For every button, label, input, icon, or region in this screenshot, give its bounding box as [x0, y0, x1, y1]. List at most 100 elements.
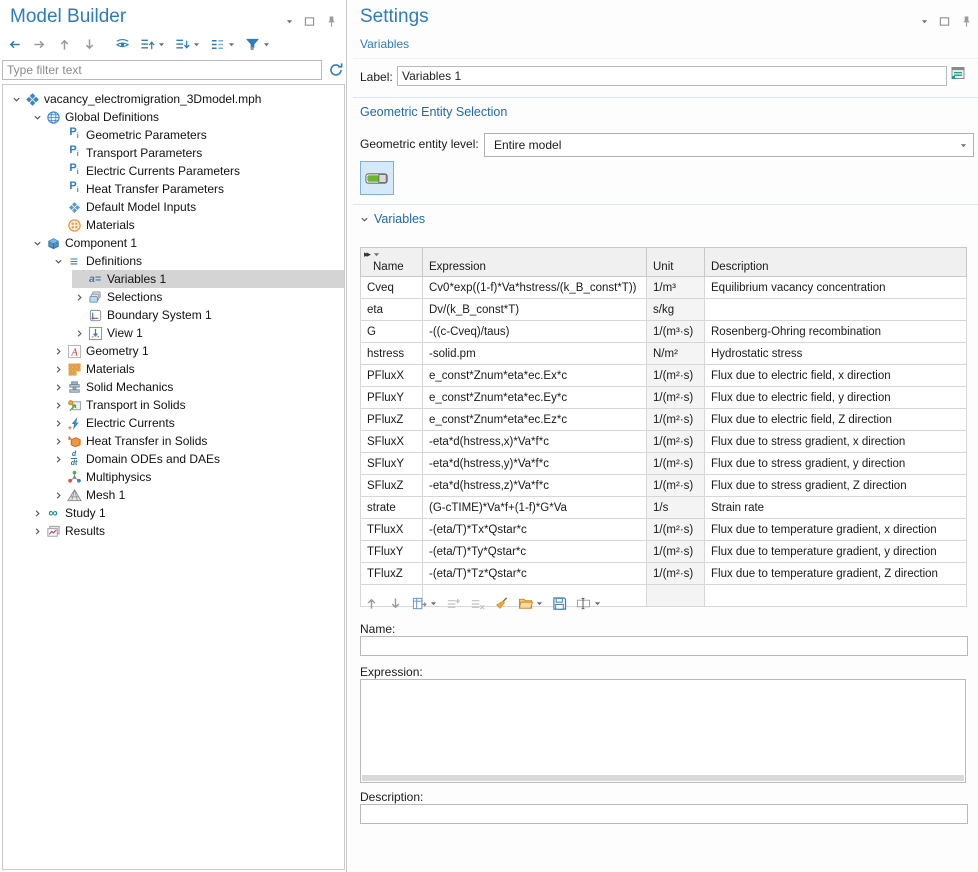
cell-expression[interactable]: -(eta/T)*Ty*Qstar*c [423, 541, 647, 563]
cell-name[interactable]: hstress [361, 343, 423, 365]
cell-expression[interactable]: -(eta/T)*Tz*Qstar*c [423, 563, 647, 585]
float-button[interactable] [303, 15, 316, 28]
cell-expression[interactable]: (G-cTIME)*Va*f+(1-f)*G*Va [423, 497, 647, 519]
cell-unit[interactable]: 1/(m²·s) [647, 541, 705, 563]
show-list-button[interactable] [209, 36, 236, 53]
chevron-right-icon[interactable] [51, 437, 65, 446]
tree-item-geometric-parameters[interactable]: PiGeometric Parameters [3, 126, 344, 144]
sort-columns-icon[interactable]: ▸▸ [364, 249, 380, 260]
arrow-left-button[interactable] [6, 36, 23, 53]
tree-item-variables-1[interactable]: a=Variables 1 [3, 270, 344, 288]
variables-section-heading[interactable]: Variables [360, 212, 425, 226]
cell-unit[interactable] [647, 585, 705, 607]
description-input[interactable] [360, 804, 968, 824]
cell-unit[interactable]: 1/(m²·s) [647, 365, 705, 387]
cell-description[interactable]: Flux due to stress gradient, y direction [705, 453, 967, 475]
tree-item-solid-mechanics[interactable]: Solid Mechanics [3, 378, 344, 396]
cell-unit[interactable]: 1/s [647, 497, 705, 519]
chevron-right-icon[interactable] [72, 329, 86, 338]
cell-unit[interactable]: 1/(m²·s) [647, 431, 705, 453]
add-row-button[interactable] [445, 595, 462, 612]
cell-name[interactable]: TFluxY [361, 541, 423, 563]
chevron-right-icon[interactable] [51, 365, 65, 374]
cell-expression[interactable]: -eta*d(hstress,y)*Va*f*c [423, 453, 647, 475]
cell-name[interactable]: Cveq [361, 277, 423, 299]
cell-expression[interactable]: e_const*Znum*eta*ec.Ey*c [423, 387, 647, 409]
tree-item-selections[interactable]: Selections [3, 288, 344, 306]
cell-description[interactable]: Hydrostatic stress [705, 343, 967, 365]
tree-item-geometry-1[interactable]: AGeometry 1 [3, 342, 344, 360]
cell-description[interactable]: Flux due to electric field, y direction [705, 387, 967, 409]
cell-expression[interactable]: -eta*d(hstress,z)*Va*f*c [423, 475, 647, 497]
cell-unit[interactable]: 1/(m²·s) [647, 409, 705, 431]
cell-description[interactable]: Rosenberg-Ohring recombination [705, 321, 967, 343]
cell-name[interactable]: TFluxX [361, 519, 423, 541]
rename-button[interactable] [575, 595, 602, 612]
cell-expression[interactable]: -eta*d(hstress,x)*Va*f*c [423, 431, 647, 453]
filter-button[interactable] [244, 36, 271, 53]
cell-name[interactable]: SFluxZ [361, 475, 423, 497]
chevron-down-icon[interactable] [9, 95, 23, 104]
folder-button[interactable] [517, 595, 544, 612]
cell-expression[interactable]: Cv0*exp((1-f)*Va*hstress/(k_B_const*T)) [423, 277, 647, 299]
cell-description[interactable]: Flux due to stress gradient, Z direction [705, 475, 967, 497]
expression-textarea[interactable] [361, 680, 969, 778]
chevron-right-icon[interactable] [51, 347, 65, 356]
cell-unit[interactable]: 1/(m²·s) [647, 563, 705, 585]
cell-name[interactable]: PFluxX [361, 365, 423, 387]
chevron-right-icon[interactable] [72, 293, 86, 302]
tree-item-default-model-inputs[interactable]: Default Model Inputs [3, 198, 344, 216]
tree-item-domain-odes-and-daes[interactable]: ddtDomain ODEs and DAEs [3, 450, 344, 468]
column-header-unit[interactable]: Unit [647, 248, 705, 277]
tree-item-study-1[interactable]: ∞Study 1 [3, 504, 344, 522]
cell-unit[interactable]: 1/m³ [647, 277, 705, 299]
edit-label-button[interactable] [949, 64, 967, 82]
cell-name[interactable]: eta [361, 299, 423, 321]
column-header-expression[interactable]: Expression [423, 248, 647, 277]
eye-button[interactable] [114, 36, 131, 53]
tree-item-boundary-system-1[interactable]: Boundary System 1 [3, 306, 344, 324]
tree-item-transport-parameters[interactable]: PiTransport Parameters [3, 144, 344, 162]
cell-description[interactable]: Flux due to electric field, x direction [705, 365, 967, 387]
chevron-right-icon[interactable] [51, 401, 65, 410]
tree-item-transport-in-solids[interactable]: Transport in Solids [3, 396, 344, 414]
cell-description[interactable] [705, 299, 967, 321]
float-button[interactable] [938, 15, 951, 28]
cell-description[interactable]: Flux due to stress gradient, x direction [705, 431, 967, 453]
name-input[interactable] [360, 636, 968, 656]
tree-item-electric-currents[interactable]: +Electric Currents [3, 414, 344, 432]
broom-button[interactable] [493, 595, 510, 612]
cell-name[interactable]: SFluxX [361, 431, 423, 453]
cell-description[interactable] [705, 585, 967, 607]
geometric-entity-level-select[interactable]: Entire model [484, 133, 974, 157]
chevron-right-icon[interactable] [51, 383, 65, 392]
cell-unit[interactable]: 1/(m²·s) [647, 453, 705, 475]
arrow-up-button[interactable] [56, 36, 73, 53]
cell-description[interactable]: Equilibrium vacancy concentration [705, 277, 967, 299]
tree-item-heat-transfer-in-solids[interactable]: Heat Transfer in Solids [3, 432, 344, 450]
column-header-name[interactable]: ▸▸Name [361, 248, 423, 277]
arrow-down-gray-button[interactable] [387, 595, 404, 612]
cell-name[interactable]: TFluxZ [361, 563, 423, 585]
pin-button[interactable] [325, 14, 338, 29]
cell-expression[interactable]: e_const*Znum*eta*ec.Ez*c [423, 409, 647, 431]
tree-item-definitions[interactable]: ≡Definitions [3, 252, 344, 270]
arrow-down-button[interactable] [81, 36, 98, 53]
tree-item-multiphysics[interactable]: Multiphysics [3, 468, 344, 486]
chevron-right-icon[interactable] [51, 419, 65, 428]
chevron-right-icon[interactable] [51, 455, 65, 464]
save-button[interactable] [551, 595, 568, 612]
tree-item-materials[interactable]: Materials [3, 360, 344, 378]
chevron-down-icon[interactable] [51, 257, 65, 266]
arrow-up-gray-button[interactable] [363, 595, 380, 612]
cell-description[interactable]: Flux due to temperature gradient, Z dire… [705, 563, 967, 585]
cell-description[interactable]: Strain rate [705, 497, 967, 519]
chevron-down-icon[interactable] [30, 239, 44, 248]
cell-name[interactable]: SFluxY [361, 453, 423, 475]
tree-item-electric-currents-parameters[interactable]: PiElectric Currents Parameters [3, 162, 344, 180]
tree-item-vacancy-electromigration-3dmodel-mph[interactable]: vacancy_electromigration_3Dmodel.mph [3, 90, 344, 108]
cell-expression[interactable]: -(eta/T)*Tx*Qstar*c [423, 519, 647, 541]
cell-unit[interactable]: 1/(m³·s) [647, 321, 705, 343]
tree-item-heat-transfer-parameters[interactable]: PiHeat Transfer Parameters [3, 180, 344, 198]
cell-description[interactable]: Flux due to electric field, Z direction [705, 409, 967, 431]
